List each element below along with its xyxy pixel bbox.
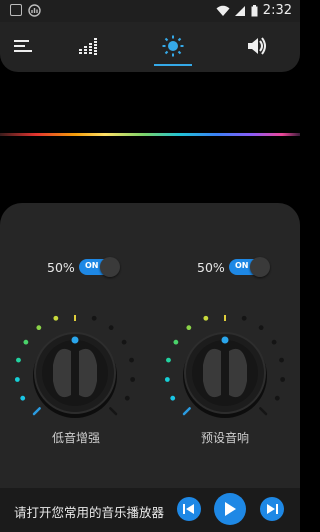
brightness-icon xyxy=(162,35,184,57)
active-tab-indicator xyxy=(154,64,192,66)
knob-tick xyxy=(108,325,114,331)
system-icons: 2:32 xyxy=(216,3,292,18)
knob-tick xyxy=(279,357,284,363)
knob-tick xyxy=(36,325,42,331)
spectrum-line xyxy=(0,133,300,136)
notification-icons xyxy=(10,4,41,17)
knob-tick xyxy=(164,377,170,382)
tab-menu[interactable] xyxy=(6,32,40,60)
knob-grip-right xyxy=(229,348,247,398)
knob-tick xyxy=(241,315,247,321)
image-notification-icon xyxy=(10,4,22,16)
bass-boost-label: 低音增强 xyxy=(52,431,101,445)
toggle-thumb xyxy=(100,257,120,277)
preset-sound-toggle[interactable]: ON xyxy=(229,257,270,277)
knob-tick xyxy=(271,339,277,345)
preset-sound-label: 预设音响 xyxy=(201,431,250,445)
knob-indicator xyxy=(71,336,79,344)
knob-tick xyxy=(173,339,179,345)
bass-boost-toggle-label: ON xyxy=(85,261,99,270)
knob-tick xyxy=(280,377,286,382)
knob-tick-end xyxy=(182,407,191,416)
preset-sound-knob[interactable] xyxy=(150,303,300,443)
clock: 2:32 xyxy=(262,3,292,18)
previous-button[interactable] xyxy=(177,497,201,521)
bass-boost-toggle[interactable]: ON xyxy=(79,257,120,277)
knob-tick xyxy=(91,315,97,321)
knob-tick-end xyxy=(32,407,41,416)
knob-indicator xyxy=(221,336,229,344)
control-panel: 50% ON 低音增强 50% ON 预设音响 xyxy=(0,203,300,532)
speaker-icon xyxy=(248,37,266,55)
player-bar: 请打开您常用的音乐播放器 xyxy=(0,488,300,532)
wifi-icon xyxy=(216,5,230,16)
tab-speaker[interactable] xyxy=(240,32,274,60)
preset-sound-percent: 50% xyxy=(197,260,225,275)
preset-sound-toggle-label: ON xyxy=(235,261,249,270)
bass-boost-knob[interactable] xyxy=(0,303,150,443)
knob-grip-left xyxy=(53,348,71,398)
knob-face xyxy=(192,340,258,406)
knob-tick xyxy=(16,357,21,363)
knob-tick xyxy=(258,325,264,331)
knob-tick xyxy=(53,315,59,321)
play-icon xyxy=(225,502,236,516)
knob-tick-end xyxy=(109,407,118,416)
knob-tick xyxy=(274,395,280,401)
top-tab-bar xyxy=(0,22,300,72)
knob-tick xyxy=(130,377,136,382)
knob-grip-left xyxy=(203,348,221,398)
knob-tick xyxy=(124,395,130,401)
knob-face xyxy=(42,340,108,406)
next-icon xyxy=(267,504,278,514)
knob-tick xyxy=(20,395,26,401)
knob-tick xyxy=(203,315,209,321)
knob-tick xyxy=(121,339,127,345)
knob-tick xyxy=(166,357,171,363)
knob-tick xyxy=(129,357,134,363)
knob-grip-right xyxy=(79,348,97,398)
equalizer-icon xyxy=(79,38,97,55)
battery-icon xyxy=(251,4,258,16)
player-hint: 请打开您常用的音乐播放器 xyxy=(14,505,165,520)
toggle-thumb xyxy=(250,257,270,277)
activity-notification-icon xyxy=(28,4,41,17)
tab-effects[interactable] xyxy=(156,32,190,60)
next-button[interactable] xyxy=(260,497,284,521)
knob-tick xyxy=(23,339,29,345)
bass-boost-percent: 50% xyxy=(47,260,75,275)
previous-icon xyxy=(183,504,194,514)
menu-icon xyxy=(14,40,32,52)
knob-tick xyxy=(14,377,20,382)
knob-tick-end xyxy=(259,407,268,416)
tab-equalizer[interactable] xyxy=(72,32,106,60)
signal-icon xyxy=(234,5,245,16)
knob-tick xyxy=(186,325,192,331)
play-button[interactable] xyxy=(214,493,246,525)
knob-tick xyxy=(170,395,176,401)
status-bar: 2:32 xyxy=(0,0,300,22)
